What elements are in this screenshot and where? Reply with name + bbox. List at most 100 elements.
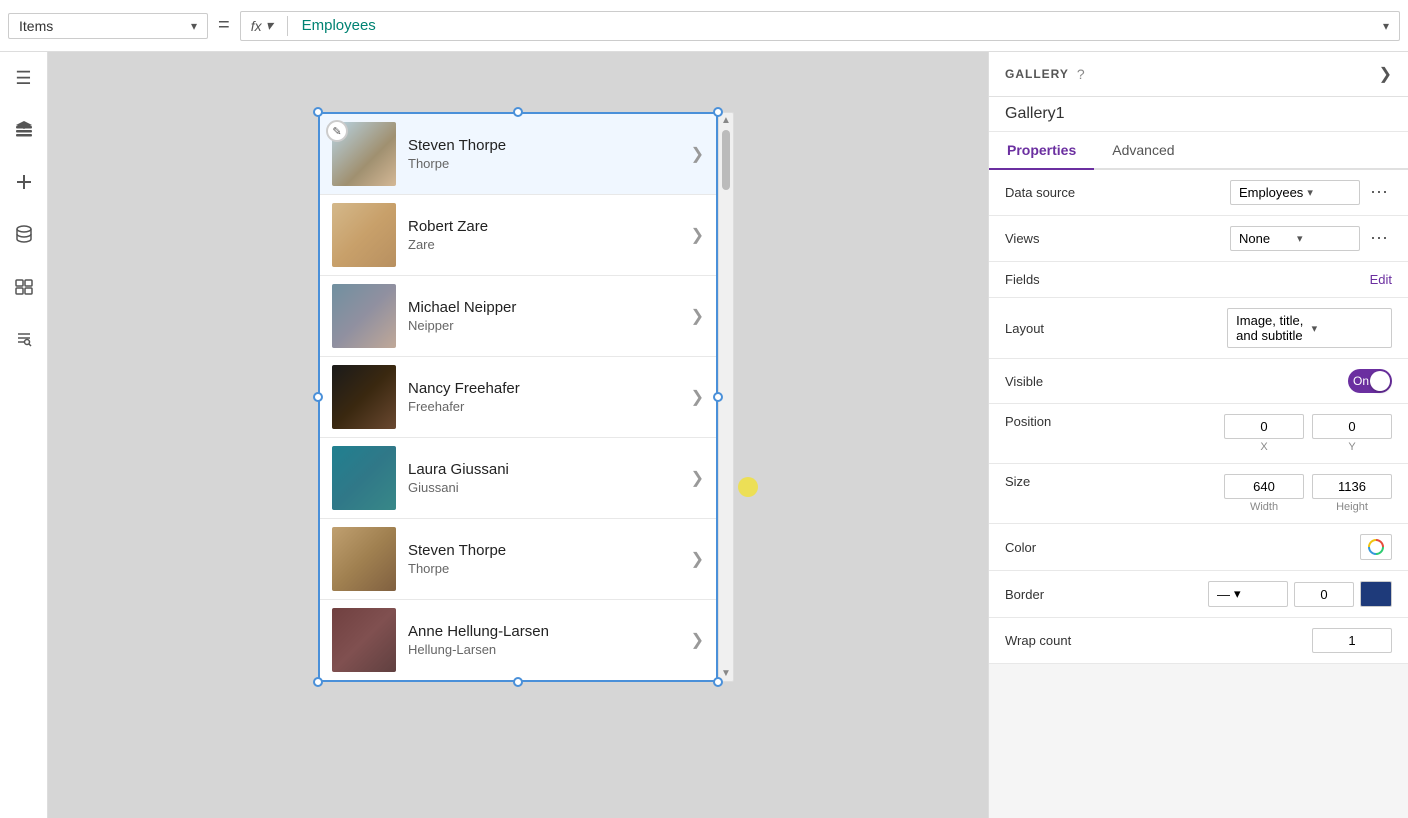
items-dropdown[interactable]: Items ▾ [8, 13, 208, 39]
handle-tl[interactable] [313, 107, 323, 117]
border-color-swatch[interactable] [1360, 581, 1392, 607]
item-subtitle: Hellung-Larsen [408, 642, 679, 657]
visible-label: Visible [1005, 374, 1095, 389]
gallery-item[interactable]: Laura Giussani Giussani ❯ [320, 438, 716, 519]
item-text: Michael Neipper Neipper [408, 299, 679, 333]
item-chevron: ❯ [691, 387, 704, 407]
views-label: Views [1005, 231, 1095, 246]
gallery-name: Gallery1 [989, 97, 1408, 132]
color-picker-button[interactable] [1360, 534, 1392, 560]
sidebar-media-icon[interactable] [8, 270, 40, 302]
equals-sign: = [218, 14, 230, 37]
size-width-input[interactable] [1224, 474, 1304, 499]
handle-bl[interactable] [313, 677, 323, 687]
handle-ml[interactable] [313, 392, 323, 402]
sidebar-data-icon[interactable] [8, 218, 40, 250]
datasource-chevron: ▾ [1307, 186, 1351, 199]
prop-row-datasource: Data source Employees ▾ ⋯ [989, 170, 1408, 216]
border-value-input[interactable] [1294, 582, 1354, 607]
fx-label: fx ▾ [251, 17, 273, 34]
canvas-area[interactable]: ✎ Steven Thorpe Thorpe ❯ [48, 52, 988, 818]
item-name: Steven Thorpe [408, 137, 679, 154]
datasource-label: Data source [1005, 185, 1095, 200]
gallery-item[interactable]: Robert Zare Zare ❯ [320, 195, 716, 276]
border-controls: — ▾ [1208, 581, 1392, 607]
prop-row-wrapcount: Wrap count [989, 618, 1408, 664]
top-bar: Items ▾ = fx ▾ Employees ▾ [0, 0, 1408, 52]
scroll-up-arrow[interactable]: ▲ [721, 115, 731, 126]
size-height-input[interactable] [1312, 474, 1392, 499]
item-chevron: ❯ [691, 144, 704, 164]
visible-toggle-container: On [1348, 369, 1392, 393]
panel-title-label: GALLERY [1005, 67, 1069, 81]
scroll-thumb[interactable] [722, 130, 730, 190]
position-x-group: X [1224, 414, 1304, 453]
sidebar-tools-icon[interactable] [8, 322, 40, 354]
visible-toggle[interactable]: On [1348, 369, 1392, 393]
item-text: Anne Hellung-Larsen Hellung-Larsen [408, 623, 679, 657]
gallery-item[interactable]: Steven Thorpe Thorpe ❯ [320, 114, 716, 195]
item-chevron: ❯ [691, 630, 704, 650]
views-controls: None ▾ ⋯ [1230, 226, 1392, 251]
layout-dropdown[interactable]: Image, title, and subtitle ▾ [1227, 308, 1392, 348]
item-text: Robert Zare Zare [408, 218, 679, 252]
items-dropdown-chevron: ▾ [191, 19, 197, 33]
item-avatar [332, 365, 396, 429]
prop-row-fields: Fields Edit [989, 262, 1408, 298]
handle-tc[interactable] [513, 107, 523, 117]
item-text: Steven Thorpe Thorpe [408, 542, 679, 576]
main-layout: ☰ [0, 52, 1408, 818]
height-label: Height [1336, 501, 1368, 513]
handle-bc[interactable] [513, 677, 523, 687]
formula-bar[interactable]: fx ▾ Employees ▾ [240, 11, 1400, 41]
scroll-down-arrow[interactable]: ▼ [721, 668, 731, 679]
edit-badge[interactable]: ✎ [326, 120, 348, 142]
toggle-on-text: On [1353, 374, 1369, 388]
gallery-item[interactable]: Michael Neipper Neipper ❯ [320, 276, 716, 357]
views-more[interactable]: ⋯ [1366, 226, 1392, 251]
gallery-item[interactable]: Steven Thorpe Thorpe ❯ [320, 519, 716, 600]
size-label: Size [1005, 474, 1095, 489]
gallery-item[interactable]: Nancy Freehafer Freehafer ❯ [320, 357, 716, 438]
handle-tr[interactable] [713, 107, 723, 117]
tab-advanced[interactable]: Advanced [1094, 132, 1192, 170]
item-text: Laura Giussani Giussani [408, 461, 679, 495]
x-axis-label: X [1260, 441, 1267, 453]
item-subtitle: Thorpe [408, 561, 679, 576]
layout-controls: Image, title, and subtitle ▾ [1227, 308, 1392, 348]
prop-row-size: Size Width Height [989, 464, 1408, 524]
item-subtitle: Thorpe [408, 156, 679, 171]
handle-br[interactable] [713, 677, 723, 687]
gallery-wrapper: ✎ Steven Thorpe Thorpe ❯ [318, 112, 718, 682]
handle-mr[interactable] [713, 392, 723, 402]
views-chevron: ▾ [1297, 232, 1351, 245]
gallery-item[interactable]: Anne Hellung-Larsen Hellung-Larsen ❯ [320, 600, 716, 680]
item-name: Michael Neipper [408, 299, 679, 316]
sidebar-layers-icon[interactable] [8, 114, 40, 146]
panel-header: GALLERY ? ❯ [989, 52, 1408, 97]
sidebar-menu-icon[interactable]: ☰ [8, 62, 40, 94]
position-x-input[interactable] [1224, 414, 1304, 439]
fx-chevron: ▾ [266, 17, 273, 34]
prop-row-layout: Layout Image, title, and subtitle ▾ [989, 298, 1408, 359]
item-avatar [332, 527, 396, 591]
fields-edit-button[interactable]: Edit [1370, 272, 1392, 287]
datasource-dropdown[interactable]: Employees ▾ [1230, 180, 1360, 205]
border-style-dropdown[interactable]: — ▾ [1208, 581, 1288, 607]
datasource-more[interactable]: ⋯ [1366, 180, 1392, 205]
wrapcount-input[interactable] [1312, 628, 1392, 653]
tab-properties[interactable]: Properties [989, 132, 1094, 170]
border-style-chevron: ▾ [1234, 586, 1241, 602]
item-chevron: ❯ [691, 468, 704, 488]
position-y-input[interactable] [1312, 414, 1392, 439]
width-label: Width [1250, 501, 1278, 513]
item-chevron: ❯ [691, 549, 704, 569]
views-dropdown[interactable]: None ▾ [1230, 226, 1360, 251]
item-name: Robert Zare [408, 218, 679, 235]
item-text: Steven Thorpe Thorpe [408, 137, 679, 171]
layout-chevron: ▾ [1312, 322, 1383, 335]
panel-expand-icon[interactable]: ❯ [1379, 64, 1392, 84]
prop-row-border: Border — ▾ [989, 571, 1408, 618]
panel-help-icon[interactable]: ? [1077, 66, 1085, 82]
sidebar-add-icon[interactable] [8, 166, 40, 198]
